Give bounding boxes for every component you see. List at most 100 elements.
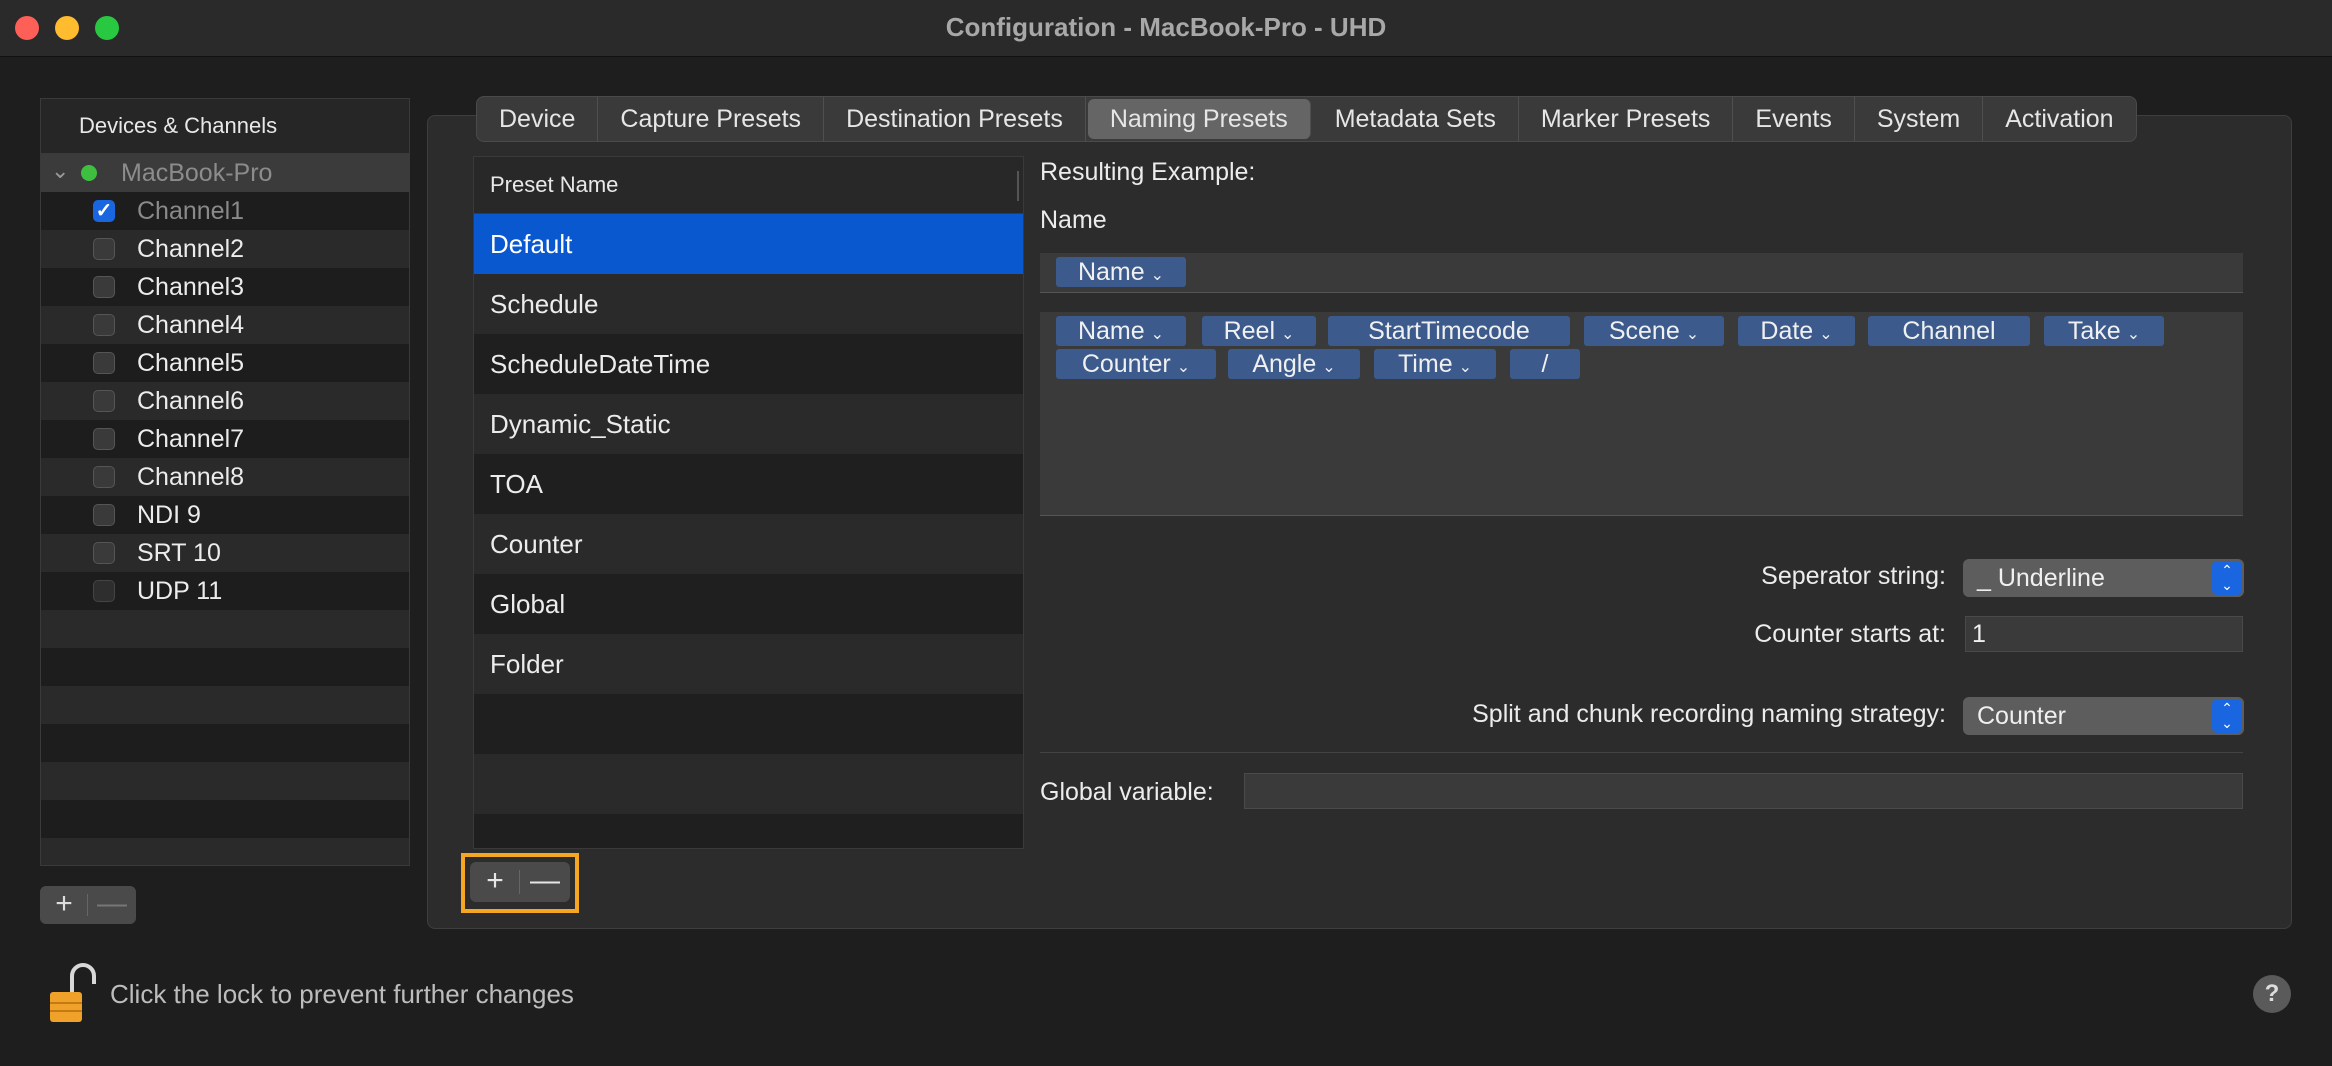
preset-row[interactable]: Counter: [474, 514, 1023, 574]
channel-row[interactable]: Channel7: [41, 420, 409, 458]
token-scene[interactable]: Scene ⌄: [1584, 316, 1724, 346]
updown-chevron-icon: ⌃ ⌄: [2212, 561, 2242, 595]
preset-row[interactable]: TOA: [474, 454, 1023, 514]
empty-row: [41, 610, 409, 648]
tab-capture-presets[interactable]: Capture Presets: [598, 97, 825, 141]
channel-label: Channel2: [137, 235, 245, 263]
channel-row[interactable]: UDP 11: [41, 572, 409, 610]
chevron-down-icon: ⌄: [1458, 359, 1473, 376]
empty-row: [41, 762, 409, 800]
chevron-down-icon: ⌄: [1819, 326, 1833, 343]
sidebar-add-remove-control: + —: [40, 886, 136, 924]
preset-rows: Default Schedule ScheduleDateTime Dynamic_S…: [474, 214, 1023, 848]
token-starttimecode[interactable]: StartTimecode: [1328, 316, 1570, 346]
status-dot-icon: [81, 165, 97, 181]
channel-label: UDP 11: [137, 577, 223, 605]
token-time[interactable]: Time ⌄: [1374, 349, 1496, 379]
add-device-button[interactable]: +: [40, 886, 88, 924]
channel-row[interactable]: Channel6: [41, 382, 409, 420]
token-name[interactable]: Name ⌄: [1056, 316, 1186, 346]
tab-device[interactable]: Device: [477, 97, 599, 141]
remove-preset-button[interactable]: —: [520, 862, 570, 902]
channel-row[interactable]: ✓ Channel1: [41, 192, 409, 230]
channel-checkbox[interactable]: [93, 466, 115, 488]
channel-label: Channel3: [137, 273, 245, 301]
token-counter[interactable]: Counter ⌄: [1056, 349, 1216, 379]
window-title: Configuration - MacBook-Pro - UHD: [945, 12, 1387, 42]
channel-checkbox[interactable]: [93, 390, 115, 412]
tab-metadata-sets[interactable]: Metadata Sets: [1313, 97, 1519, 141]
split-chunk-strategy-popup[interactable]: Counter ⌃ ⌄: [1963, 697, 2244, 735]
channel-checkbox[interactable]: [93, 352, 115, 374]
tab-destination-presets[interactable]: Destination Presets: [824, 97, 1086, 141]
preset-list: Preset Name Default Schedule ScheduleDateT…: [473, 156, 1024, 849]
preset-row[interactable]: Folder: [474, 634, 1023, 694]
token-angle[interactable]: Angle ⌄: [1228, 349, 1360, 379]
tab-marker-presets[interactable]: Marker Presets: [1519, 97, 1734, 141]
channel-row[interactable]: Channel4: [41, 306, 409, 344]
name-token[interactable]: Name ⌄: [1056, 257, 1186, 287]
chevron-down-icon: ⌄: [1685, 326, 1700, 343]
chevron-down-icon: ⌄: [2126, 326, 2141, 343]
empty-row: [474, 814, 1023, 848]
channel-row[interactable]: NDI 9: [41, 496, 409, 534]
channel-row[interactable]: Channel5: [41, 344, 409, 382]
sidebar-header: Devices & Channels: [41, 99, 409, 154]
tab-naming-presets[interactable]: Naming Presets: [1087, 99, 1311, 139]
help-button[interactable]: ?: [2253, 975, 2291, 1013]
token-channel[interactable]: Channel: [1868, 316, 2030, 346]
split-chunk-label: Split and chunk recording naming strateg…: [1472, 700, 1946, 728]
token-date[interactable]: Date ⌄: [1738, 316, 1855, 346]
token-slash[interactable]: /: [1510, 349, 1580, 379]
devices-channels-sidebar: Devices & Channels ⌄ MacBook-Pro ✓ Channe…: [40, 98, 410, 866]
preset-list-header[interactable]: Preset Name: [474, 157, 1023, 214]
preset-row[interactable]: Schedule: [474, 274, 1023, 334]
preset-add-remove-control: + —: [470, 862, 570, 902]
channel-row[interactable]: Channel8: [41, 458, 409, 496]
counter-starts-label: Counter starts at:: [1754, 620, 1946, 648]
empty-row: [474, 694, 1023, 754]
channel-checkbox[interactable]: [93, 314, 115, 336]
channel-row[interactable]: Channel3: [41, 268, 409, 306]
chevron-down-icon: ⌄: [1176, 359, 1191, 376]
tab-events[interactable]: Events: [1733, 97, 1855, 141]
chevron-down-icon: ⌄: [1322, 359, 1336, 376]
channel-checkbox[interactable]: ✓: [93, 200, 115, 222]
name-pattern-field[interactable]: Name ⌄: [1040, 253, 2243, 293]
channel-label: NDI 9: [137, 501, 201, 529]
title-bar: Configuration - MacBook-Pro - UHD: [0, 0, 2332, 57]
channel-checkbox[interactable]: [93, 504, 115, 526]
chevron-down-icon[interactable]: ⌄: [51, 158, 69, 184]
preset-row[interactable]: Dynamic_Static: [474, 394, 1023, 454]
column-separator[interactable]: [1017, 171, 1019, 201]
add-preset-button[interactable]: +: [470, 862, 520, 902]
empty-row: [41, 800, 409, 838]
channel-row[interactable]: Channel2: [41, 230, 409, 268]
unlocked-padlock-icon[interactable]: [48, 962, 98, 1024]
channel-checkbox[interactable]: [93, 580, 115, 602]
counter-start-field[interactable]: 1: [1965, 616, 2243, 652]
channel-checkbox[interactable]: [93, 276, 115, 298]
token-reel[interactable]: Reel ⌄: [1202, 316, 1316, 346]
preset-row[interactable]: Global: [474, 574, 1023, 634]
remove-device-button[interactable]: —: [88, 886, 136, 924]
empty-row: [41, 838, 409, 865]
channel-checkbox[interactable]: [93, 542, 115, 564]
global-variable-field[interactable]: [1244, 773, 2243, 809]
separator-string-popup[interactable]: _ Underline ⌃ ⌄: [1963, 559, 2244, 597]
preset-row[interactable]: ScheduleDateTime: [474, 334, 1023, 394]
global-variable-label: Global variable:: [1040, 778, 1214, 806]
empty-row: [474, 754, 1023, 814]
channel-checkbox[interactable]: [93, 238, 115, 260]
channel-label: Channel8: [137, 463, 245, 491]
token-take[interactable]: Take ⌄: [2044, 316, 2164, 346]
channel-row[interactable]: SRT 10: [41, 534, 409, 572]
tab-system[interactable]: System: [1855, 97, 1984, 141]
resulting-example-label: Resulting Example:: [1040, 158, 1256, 186]
tab-activation[interactable]: Activation: [1983, 97, 2135, 141]
empty-row: [41, 686, 409, 724]
device-row-macbook-pro[interactable]: ⌄ MacBook-Pro: [41, 154, 409, 192]
channel-label: Channel5: [137, 349, 245, 377]
preset-row[interactable]: Default: [474, 214, 1023, 274]
channel-checkbox[interactable]: [93, 428, 115, 450]
